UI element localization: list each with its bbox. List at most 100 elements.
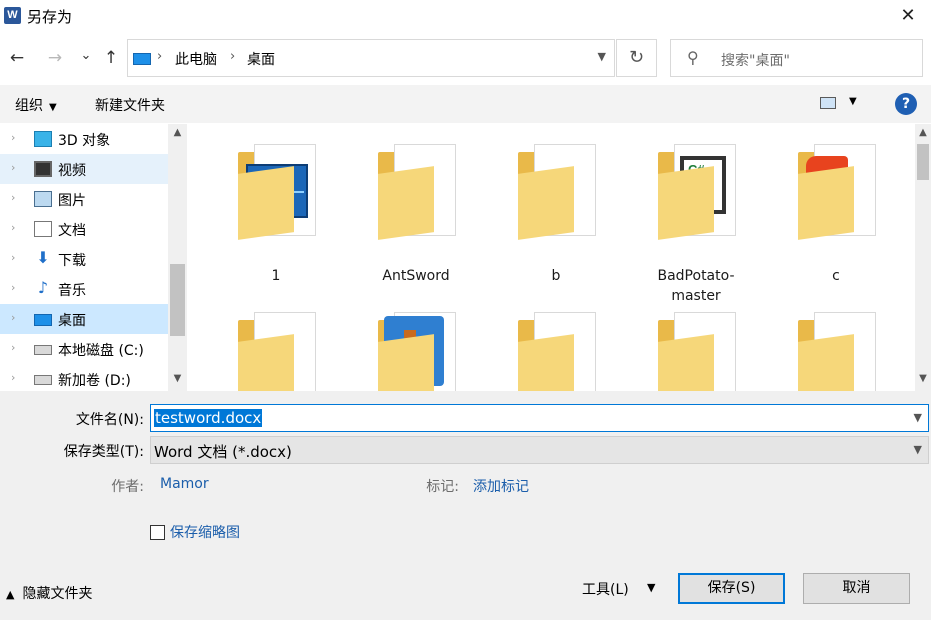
folder-tile[interactable]: b xyxy=(496,134,616,294)
folder-tile[interactable]: AntSword xyxy=(356,134,476,294)
filetype-value: Word 文档 (*.docx) xyxy=(154,443,292,461)
search-input[interactable]: ⚲ 搜索"桌面" xyxy=(670,39,923,77)
folder-tile[interactable] xyxy=(216,302,336,391)
scroll-thumb[interactable] xyxy=(170,264,185,336)
pictures-icon xyxy=(34,191,52,207)
save-thumbnail-checkbox[interactable] xyxy=(150,525,165,540)
refresh-icon[interactable]: ↻ xyxy=(616,39,657,77)
folder-docs-icon xyxy=(216,302,336,391)
music-icon: ♪ xyxy=(37,278,49,297)
desktop-icon xyxy=(34,314,52,326)
filetype-dropdown-chevron-icon[interactable]: ▼ xyxy=(914,443,922,456)
expand-chevron-icon[interactable]: › xyxy=(11,191,15,204)
tree-item-label: 3D 对象 xyxy=(58,133,111,149)
tree-item[interactable]: › 文档 xyxy=(0,214,168,244)
folder-tile[interactable]: c xyxy=(776,134,896,294)
filetype-select[interactable]: Word 文档 (*.docx) ▼ xyxy=(150,436,929,464)
tree-item[interactable]: › 桌面 xyxy=(0,304,168,334)
scroll-thumb[interactable] xyxy=(917,144,929,180)
expand-chevron-icon[interactable]: › xyxy=(11,161,15,174)
scroll-down-icon[interactable]: ▼ xyxy=(168,373,187,389)
drive-d-icon xyxy=(34,375,52,385)
cancel-button[interactable]: 取消 xyxy=(803,573,910,604)
tools-menu-button[interactable]: 工具(L) xyxy=(582,579,629,599)
forward-arrow-icon[interactable]: → xyxy=(44,47,66,69)
expand-chevron-icon[interactable]: › xyxy=(11,371,15,384)
up-arrow-icon[interactable]: ↑ xyxy=(100,47,122,69)
filename-field[interactable]: testword.docx ▼ xyxy=(150,404,929,432)
hide-folders-button[interactable]: ▲ 隐藏文件夹 xyxy=(6,583,92,603)
navigation-pane-scrollbar[interactable]: ▲ ▼ xyxy=(168,124,187,391)
folder-name: AntSword xyxy=(382,268,450,284)
tree-item[interactable]: › 新加卷 (D:) xyxy=(0,364,168,391)
organize-menu-button[interactable]: 组织 ▼ xyxy=(15,95,57,115)
tree-item[interactable]: › 视频 xyxy=(0,154,168,184)
tree-item[interactable]: › ♪ 音乐 xyxy=(0,274,168,304)
title-bar: W 另存为 ✕ xyxy=(0,0,931,32)
folder-tile[interactable] xyxy=(636,302,756,391)
navigation-bar: ← → ⌄ ↑ › 此电脑 › 桌面 ▼ ↻ ⚲ 搜索"桌面" xyxy=(0,37,931,79)
address-dropdown-chevron-icon[interactable]: ▼ xyxy=(598,50,606,63)
recent-locations-chevron-icon[interactable]: ⌄ xyxy=(75,45,97,67)
breadcrumb-this-pc[interactable]: 此电脑 xyxy=(175,49,217,69)
download-icon: ⬇ xyxy=(36,248,50,267)
new-folder-button[interactable]: 新建文件夹 xyxy=(95,95,165,115)
tree-item[interactable]: › 3D 对象 xyxy=(0,124,168,154)
tree-item-label: 桌面 xyxy=(58,313,86,329)
folder-docs-icon xyxy=(496,134,616,264)
folder-name: c xyxy=(832,268,840,284)
help-icon[interactable]: ? xyxy=(895,93,917,115)
tree-item[interactable]: › ⬇ 下载 xyxy=(0,244,168,274)
tree-item[interactable]: › 图片 xyxy=(0,184,168,214)
drive-c-icon xyxy=(34,345,52,355)
folder-csharp-icon: C# xyxy=(636,134,756,264)
save-thumbnail-label[interactable]: 保存缩略图 xyxy=(170,522,240,542)
add-tags-link[interactable]: 添加标记 xyxy=(473,476,529,496)
folder-docs-icon xyxy=(496,302,616,391)
scroll-up-icon[interactable]: ▲ xyxy=(168,127,187,143)
cube-3d-icon xyxy=(34,131,52,147)
close-button[interactable]: ✕ xyxy=(885,0,931,32)
folder-name: b xyxy=(551,268,561,284)
expand-chevron-icon[interactable]: › xyxy=(11,131,15,144)
hide-folders-label: 隐藏文件夹 xyxy=(22,586,93,602)
address-bar[interactable]: › 此电脑 › 桌面 ▼ xyxy=(127,39,615,77)
folder-tile[interactable] xyxy=(496,302,616,391)
search-placeholder: 搜索"桌面" xyxy=(721,53,790,69)
breadcrumb-separator-icon[interactable]: › xyxy=(157,49,162,64)
tree-item-label: 文档 xyxy=(58,223,86,239)
expand-chevron-icon[interactable]: › xyxy=(11,251,15,264)
save-button[interactable]: 保存(S) xyxy=(678,573,785,604)
command-toolbar: 组织 ▼ 新建文件夹 ▼ ? xyxy=(0,85,931,123)
author-value[interactable]: Mamor xyxy=(160,476,209,492)
folder-tile[interactable]: 1 xyxy=(216,134,336,294)
documents-icon xyxy=(34,221,52,237)
scroll-up-icon[interactable]: ▲ xyxy=(915,127,931,138)
filename-dropdown-chevron-icon[interactable]: ▼ xyxy=(914,411,922,424)
view-options-caret-icon[interactable]: ▼ xyxy=(849,96,857,107)
expand-chevron-icon[interactable]: › xyxy=(11,221,15,234)
folder-tile[interactable]: C# BadPotato-master xyxy=(636,134,756,304)
expand-chevron-icon[interactable]: › xyxy=(11,341,15,354)
filename-value: testword.docx xyxy=(154,409,263,427)
folder-name: 1 xyxy=(271,268,281,284)
back-arrow-icon[interactable]: ← xyxy=(6,47,28,69)
folder-name: BadPotato-master xyxy=(657,268,735,304)
folder-app-icon xyxy=(356,302,476,391)
tools-caret-icon[interactable]: ▼ xyxy=(647,581,655,594)
expand-chevron-icon[interactable]: › xyxy=(11,281,15,294)
expand-chevron-icon[interactable]: › xyxy=(11,311,15,324)
folder-puzzle-icon xyxy=(776,134,896,264)
file-list: 1 AntSword b C# BadPotato-master c xyxy=(188,124,915,391)
folder-tile[interactable] xyxy=(776,302,896,391)
window-title: 另存为 xyxy=(27,8,73,26)
breadcrumb-separator-icon[interactable]: › xyxy=(230,49,235,64)
view-options-icon[interactable] xyxy=(820,97,836,109)
tree-item-label: 图片 xyxy=(58,193,86,209)
file-list-scrollbar[interactable]: ▲ ▼ xyxy=(915,124,931,391)
tree-item[interactable]: › 本地磁盘 (C:) xyxy=(0,334,168,364)
caret-down-icon: ▼ xyxy=(49,102,57,113)
breadcrumb-desktop[interactable]: 桌面 xyxy=(247,49,275,69)
scroll-down-icon[interactable]: ▼ xyxy=(915,373,931,384)
folder-tile[interactable] xyxy=(356,302,476,391)
